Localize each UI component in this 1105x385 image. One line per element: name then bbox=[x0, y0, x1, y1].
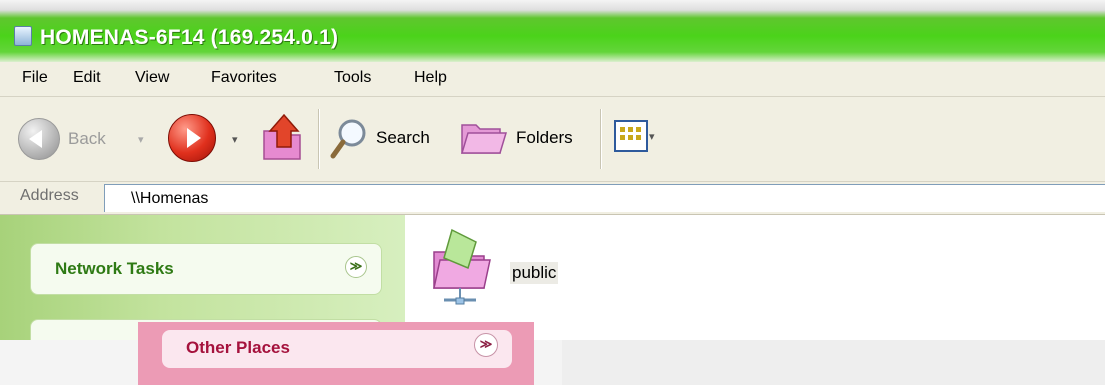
address-bar: Address \\Homenas bbox=[0, 182, 1105, 215]
back-dropdown-caret[interactable]: ▾ bbox=[138, 133, 144, 146]
standard-toolbar: Back ▾ ▾ Search Folders ▾ bbox=[0, 97, 1105, 182]
window-title: HOMENAS-6F14 (169.254.0.1) bbox=[40, 26, 339, 49]
address-label: Address bbox=[20, 187, 79, 204]
views-icon[interactable] bbox=[614, 120, 648, 152]
network-drive-icon bbox=[14, 26, 32, 46]
search-button[interactable]: Search bbox=[376, 128, 430, 148]
address-value: \\Homenas bbox=[131, 190, 209, 207]
list-item-label: public bbox=[510, 262, 559, 284]
forward-button[interactable] bbox=[168, 114, 216, 162]
menu-help[interactable]: Help bbox=[414, 69, 447, 87]
toolbar-separator bbox=[600, 109, 602, 169]
forward-dropdown-caret[interactable]: ▾ bbox=[232, 133, 238, 146]
folders-icon[interactable] bbox=[460, 119, 508, 155]
views-dropdown-caret[interactable]: ▾ bbox=[649, 130, 655, 143]
menu-tools[interactable]: Tools bbox=[334, 69, 371, 87]
toolbar-separator bbox=[318, 109, 320, 169]
menu-bar: File Edit View Favorites Tools Help bbox=[0, 62, 1105, 97]
up-folder-icon[interactable] bbox=[260, 111, 308, 163]
chevron-down-icon[interactable]: ≫ bbox=[474, 333, 498, 357]
menu-favorites[interactable]: Favorites bbox=[211, 69, 277, 87]
other-places-header: Other Places bbox=[186, 338, 290, 357]
render-artifact-grey bbox=[562, 340, 1105, 385]
address-input[interactable]: \\Homenas bbox=[104, 184, 1105, 212]
back-button-label: Back bbox=[68, 129, 106, 148]
menu-view[interactable]: View bbox=[135, 69, 169, 87]
menu-edit[interactable]: Edit bbox=[73, 69, 101, 87]
chevron-down-icon[interactable]: ≫ bbox=[345, 256, 367, 278]
network-tasks-header: Network Tasks bbox=[55, 259, 174, 278]
shared-folder-icon bbox=[433, 228, 491, 305]
title-bar[interactable]: HOMENAS-6F14 (169.254.0.1) bbox=[0, 0, 1105, 62]
search-icon[interactable] bbox=[330, 117, 370, 161]
network-tasks-panel[interactable]: Network Tasks ≫ bbox=[30, 243, 382, 295]
menu-file[interactable]: File bbox=[22, 69, 48, 87]
back-arrow-icon bbox=[18, 118, 60, 160]
folders-button[interactable]: Folders bbox=[516, 128, 573, 148]
